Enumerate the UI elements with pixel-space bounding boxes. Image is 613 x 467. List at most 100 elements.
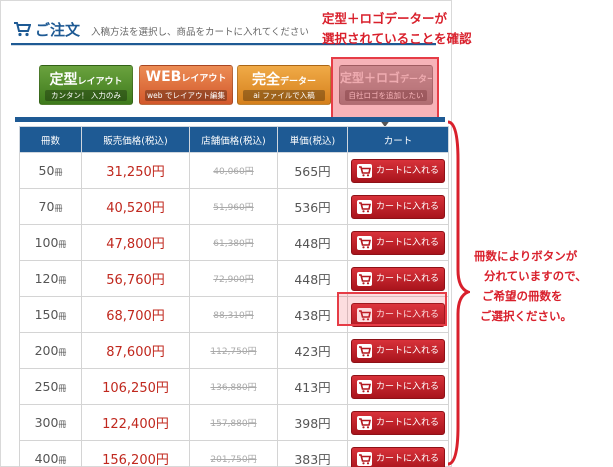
quantity-cell: 250冊: [19, 368, 82, 405]
page-title: ご注文: [35, 21, 81, 39]
cart-cell: カートに入れる: [347, 260, 449, 297]
header-quantity: 冊数: [19, 126, 82, 153]
add-to-cart-label: カートに入れる: [376, 237, 440, 248]
unit-price-cell: 383円: [277, 440, 348, 467]
cart-icon: [14, 22, 31, 37]
sale-price-cell: 68,700円: [81, 296, 190, 333]
annotation-side-line2: 分れていますので、: [484, 269, 587, 283]
add-to-cart-button[interactable]: カートに入れる: [351, 410, 445, 435]
quantity-unit: 冊: [58, 276, 67, 285]
store-price-cell: 72,900円: [189, 260, 278, 297]
unit-price-cell: 536円: [277, 188, 348, 225]
layout-button-standard[interactable]: 定型レイアウト カンタン！ 入力のみ: [39, 65, 133, 105]
store-price-cell: 136,880円: [189, 368, 278, 405]
unit-price-cell: 423円: [277, 332, 348, 369]
add-to-cart-button[interactable]: カートに入れる: [351, 338, 445, 363]
add-to-cart-label: カートに入れる: [376, 345, 440, 356]
quantity-value: 200: [34, 343, 59, 358]
header-sale-price: 販売価格(税込): [81, 126, 190, 153]
selected-layout-highlight: [331, 57, 439, 119]
table-row: 400冊 156,200円 201,750円 383円 カートに入れる: [19, 440, 449, 467]
table-row: 300冊 122,400円 157,880円 398円 カートに入れる: [19, 404, 449, 441]
table-row: 50冊 31,250円 40,060円 565円 カートに入れる: [19, 152, 449, 189]
store-price-cell: 40,060円: [189, 152, 278, 189]
cart-cell: カートに入れる: [347, 404, 449, 441]
unit-price-cell: 448円: [277, 224, 348, 261]
add-to-cart-button[interactable]: カートに入れる: [351, 230, 445, 255]
table-row: 250冊 106,250円 136,880円 413円 カートに入れる: [19, 368, 449, 405]
quantity-cell: 300冊: [19, 404, 82, 441]
quantity-cell: 150冊: [19, 296, 82, 333]
store-price-cell: 157,880円: [189, 404, 278, 441]
sale-price-cell: 47,800円: [81, 224, 190, 261]
store-price-cell: 201,750円: [189, 440, 278, 467]
unit-price-cell: 448円: [277, 260, 348, 297]
add-to-cart-label: カートに入れる: [376, 381, 440, 392]
unit-price-cell: 438円: [277, 296, 348, 333]
cart-cell: カートに入れる: [347, 188, 449, 225]
quantity-value: 70: [38, 199, 55, 214]
annotation-top-line1: 定型＋ロゴデーターが: [322, 11, 448, 26]
table-row: 200冊 87,600円 112,750円 423円 カートに入れる: [19, 332, 449, 369]
add-to-cart-label: カートに入れる: [376, 417, 440, 428]
quantity-cell: 70冊: [19, 188, 82, 225]
add-to-cart-button[interactable]: カートに入れる: [351, 194, 445, 219]
layout-button-sub-label: ai ファイルで入稿: [243, 90, 325, 101]
cart-cell: カートに入れる: [347, 296, 449, 333]
cart-cell: カートに入れる: [347, 224, 449, 261]
add-to-cart-button[interactable]: カートに入れる: [351, 158, 445, 183]
add-to-cart-button[interactable]: カートに入れる: [351, 446, 445, 467]
add-to-cart-label: カートに入れる: [376, 273, 440, 284]
cart-icon: [357, 415, 372, 430]
annotation-top-line2: 選択されていることを確認: [322, 31, 472, 46]
unit-price-cell: 398円: [277, 404, 348, 441]
layout-button-web[interactable]: WEBレイアウト web でレイアウト編集: [139, 65, 233, 105]
cart-cell: カートに入れる: [347, 152, 449, 189]
sale-price-cell: 40,520円: [81, 188, 190, 225]
layout-button-main-suffix: レイアウト: [77, 77, 123, 87]
add-to-cart-button[interactable]: カートに入れる: [351, 266, 445, 291]
header-cart: カート: [347, 126, 449, 153]
cart-cell: カートに入れる: [347, 368, 449, 405]
quantity-cell: 400冊: [19, 440, 82, 467]
add-to-cart-button[interactable]: カートに入れる: [351, 302, 445, 327]
quantity-value: 300: [34, 415, 59, 430]
sale-price-cell: 106,250円: [81, 368, 190, 405]
add-to-cart-button[interactable]: カートに入れる: [351, 374, 445, 399]
add-to-cart-label: カートに入れる: [376, 165, 440, 176]
layout-button-main-label: 完全: [251, 72, 280, 88]
layout-button-main-label: 定型: [49, 72, 78, 88]
layout-button-main-suffix: データー: [279, 77, 316, 87]
quantity-value: 250: [34, 379, 59, 394]
quantity-unit: 冊: [58, 240, 67, 249]
layout-button-sub-label: web でレイアウト編集: [145, 90, 227, 101]
add-to-cart-label: カートに入れる: [376, 201, 440, 212]
table-row: 100冊 47,800円 61,380円 448円 カートに入れる: [19, 224, 449, 261]
quantity-cell: 100冊: [19, 224, 82, 261]
store-price-cell: 112,750円: [189, 332, 278, 369]
price-table: 冊数 販売価格(税込) 店舗価格(税込) 単価(税込) カート 50冊 31,25…: [19, 126, 449, 467]
layout-button-complete-data[interactable]: 完全データー ai ファイルで入稿: [237, 65, 331, 105]
quantity-unit: 冊: [58, 348, 67, 357]
unit-price-cell: 413円: [277, 368, 348, 405]
sale-price-cell: 156,200円: [81, 440, 190, 467]
quantity-unit: 冊: [58, 420, 67, 429]
rows-bracket: [447, 120, 470, 466]
quantity-cell: 200冊: [19, 332, 82, 369]
annotation-side-line1: 冊数によりボタンが: [474, 249, 578, 263]
cart-icon: [357, 199, 372, 214]
layout-button-main-label: WEB: [145, 69, 182, 85]
quantity-value: 400: [34, 451, 59, 466]
quantity-unit: 冊: [54, 168, 63, 177]
store-price-cell: 51,960円: [189, 188, 278, 225]
sale-price-cell: 122,400円: [81, 404, 190, 441]
add-to-cart-label: カートに入れる: [376, 309, 440, 320]
table-top-bar: [15, 117, 445, 122]
cart-icon: [357, 235, 372, 250]
cart-cell: カートに入れる: [347, 332, 449, 369]
store-price-cell: 61,380円: [189, 224, 278, 261]
sale-price-cell: 31,250円: [81, 152, 190, 189]
quantity-cell: 50冊: [19, 152, 82, 189]
cart-icon: [357, 451, 372, 466]
order-panel: ご注文 入稿方法を選択し、商品をカートに入れてください 定型レイアウト カンタン…: [0, 0, 452, 467]
